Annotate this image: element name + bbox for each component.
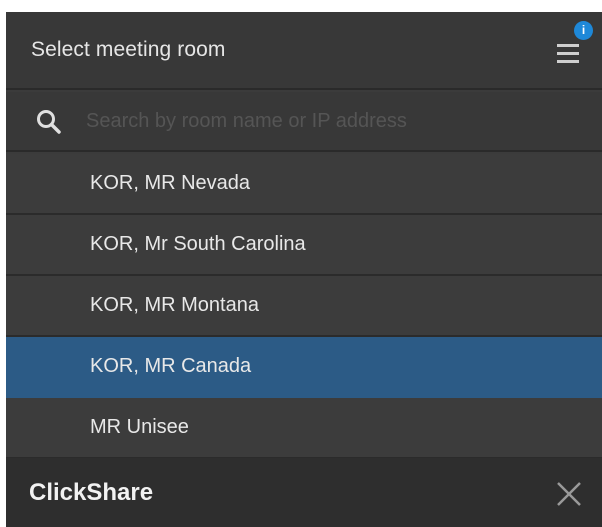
search-icon	[37, 110, 61, 134]
list-item[interactable]: KOR, MR Montana	[6, 276, 602, 337]
footer-bar: ClickShare	[6, 458, 602, 527]
room-name: KOR, Mr South Carolina	[90, 233, 306, 255]
meeting-room-panel: Select meeting room i KOR, MR NevadaKOR,…	[6, 12, 602, 527]
brand-logo: ClickShare	[29, 479, 154, 506]
search-bar	[6, 92, 602, 152]
list-item[interactable]: KOR, MR Nevada	[6, 154, 602, 215]
menu-button[interactable]: i	[554, 21, 593, 70]
close-icon[interactable]	[554, 479, 584, 509]
header-bar: Select meeting room i	[6, 12, 602, 90]
list-item[interactable]: MR Unisee	[6, 398, 602, 459]
notification-badge: i	[574, 21, 593, 40]
room-name: KOR, MR Montana	[90, 294, 259, 316]
page-title: Select meeting room	[31, 38, 226, 61]
hamburger-menu-icon	[557, 44, 579, 47]
hamburger-menu-icon-line	[557, 60, 579, 63]
hamburger-menu-icon-line	[557, 52, 579, 55]
room-list: KOR, MR Nevada KOR, Mr South Carolina KOR,…	[6, 154, 602, 459]
room-name: KOR, MR Nevada	[90, 172, 251, 194]
list-item[interactable]: KOR, Mr South Carolina	[6, 215, 602, 276]
room-name: MR Unisee	[90, 416, 189, 438]
room-name: KOR, MR Canada	[90, 355, 252, 377]
list-item-selected[interactable]: KOR, MR Canada	[6, 337, 602, 398]
search-input[interactable]	[86, 104, 566, 138]
